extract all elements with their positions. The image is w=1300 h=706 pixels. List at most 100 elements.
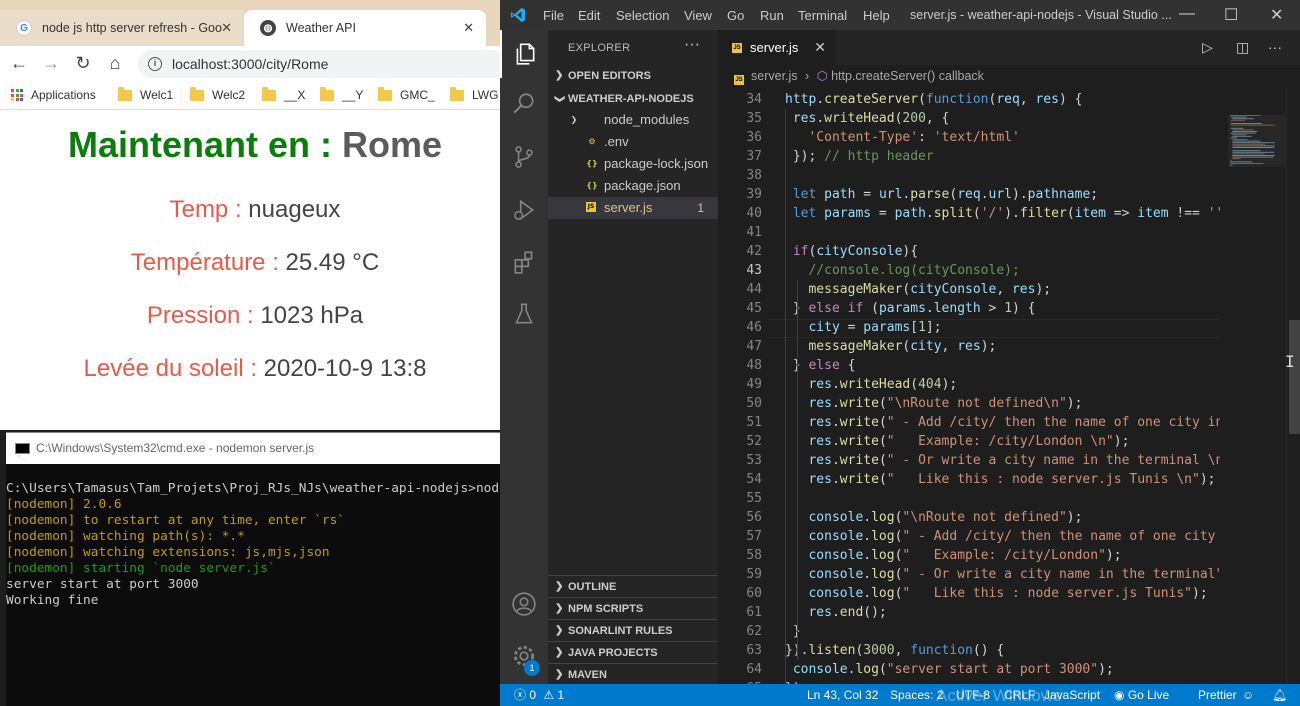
breadcrumb-symbol[interactable]: http.createServer() callback — [831, 69, 984, 83]
tree-item-package-lock[interactable]: {} package-lock.json — [548, 153, 718, 175]
browser-tab-google[interactable]: G node js http server refresh - Goo ✕ — [0, 10, 244, 46]
folder-icon — [118, 86, 132, 101]
activate-windows-watermark: Activer Windows — [936, 686, 1062, 705]
extensions-icon[interactable] — [500, 238, 548, 286]
npm-scripts-section[interactable]: ❯ NPM SCRIPTS — [548, 597, 718, 619]
more-actions-icon[interactable]: ··· — [684, 36, 700, 54]
source-control-icon[interactable] — [500, 133, 548, 181]
close-tab-icon[interactable]: ✕ — [814, 30, 826, 65]
search-icon[interactable] — [500, 80, 548, 128]
bookmark-folder[interactable]: __X — [262, 86, 305, 102]
editor-scrollbar[interactable] — [1286, 87, 1300, 684]
testing-flask-icon[interactable] — [500, 290, 548, 338]
go-live-button[interactable]: ◉ Go Live — [1114, 684, 1169, 706]
chevron-down-icon: ❯ — [554, 94, 566, 104]
bookmark-applications[interactable]: Applications — [11, 88, 96, 102]
more-actions-icon[interactable]: ··· — [1268, 39, 1282, 55]
bookmark-folder[interactable]: __Y — [320, 86, 363, 102]
notifications-bell-icon[interactable]: 🔔︎ — [1272, 684, 1287, 706]
code-line: let path = url.parse(req.url).pathname; — [792, 187, 1099, 202]
close-tab-icon[interactable]: ✕ — [221, 20, 232, 36]
minimap[interactable] — [1228, 87, 1286, 207]
breadcrumb-file[interactable]: server.js — [751, 69, 798, 83]
manage-gear-icon[interactable]: 1 — [500, 632, 548, 680]
code-editor[interactable]: 34 http.createServer(function(req, res) {… — [718, 90, 1220, 684]
maven-section[interactable]: ❯ MAVEN — [548, 663, 718, 685]
maximize-icon[interactable]: ☐ — [1224, 5, 1238, 25]
feedback-icon[interactable]: ☺ — [1242, 684, 1254, 706]
menu-view[interactable]: View — [684, 8, 712, 23]
cmd-titlebar[interactable]: C:\Windows\System32\cmd.exe - nodemon se… — [6, 433, 500, 472]
minimize-icon[interactable]: — — [1179, 5, 1195, 23]
sonarlint-section[interactable]: ❯ SONARLINT RULES — [548, 619, 718, 641]
cmd-output[interactable]: C:\Users\Tamasus\Tam_Projets\Proj_RJs_NJ… — [6, 481, 500, 609]
outline-section[interactable]: ❯ OUTLINE — [548, 575, 718, 597]
open-editors-section[interactable]: ❯ OPEN EDITORS — [548, 65, 718, 87]
tree-item-package-json[interactable]: {} package.json — [548, 175, 718, 197]
prettier-status[interactable]: Prettier — [1198, 684, 1237, 706]
minimap-line — [1232, 131, 1258, 132]
browser-tab-weather-api[interactable]: ◍ Weather API ✕ — [244, 10, 486, 46]
java-projects-section[interactable]: ❯ JAVA PROJECTS — [548, 641, 718, 663]
bookmark-folder[interactable]: GMC_ — [378, 86, 435, 102]
bookmark-folder[interactable]: Welc2 — [190, 86, 245, 102]
forward-arrow-icon[interactable]: → — [40, 52, 62, 74]
line-number: 36 — [746, 130, 762, 145]
tab-title: node js http server refresh - Goo — [42, 21, 222, 35]
back-arrow-icon[interactable]: ← — [8, 52, 30, 74]
address-bar[interactable]: i localhost:3000/city/Rome — [138, 50, 500, 78]
minimap-line — [1232, 155, 1275, 156]
minimap-line — [1232, 139, 1248, 140]
close-tab-icon[interactable]: ✕ — [463, 20, 474, 36]
cursor-position[interactable]: Ln 43, Col 32 — [807, 684, 878, 706]
close-window-icon[interactable]: ✕ — [1270, 5, 1283, 25]
code-line: if(cityConsole){ — [792, 244, 919, 259]
explorer-icon[interactable] — [500, 30, 548, 78]
bookmark-folder[interactable]: LWG — [450, 86, 498, 102]
project-section[interactable]: ❯ WEATHER-API-NODEJS — [548, 88, 718, 110]
section-label: OPEN EDITORS — [568, 70, 651, 82]
line-number: 62 — [746, 624, 762, 639]
chevron-right-icon: ❯ — [570, 115, 578, 124]
menu-file[interactable]: File — [543, 8, 564, 23]
line-number: 42 — [746, 244, 762, 259]
menu-go[interactable]: Go — [727, 8, 744, 23]
cmd-line: Working fine — [6, 593, 99, 608]
bookmark-folder[interactable]: Welc1 — [118, 86, 173, 102]
chevron-right-icon: ❯ — [555, 647, 564, 658]
reload-icon[interactable]: ↻ — [72, 52, 94, 74]
home-icon[interactable]: ⌂ — [104, 52, 126, 74]
code-line: }); // http header — [785, 149, 934, 164]
code-line: console.log(" - Or write a city name in … — [808, 567, 1220, 582]
minimap-line — [1230, 124, 1275, 126]
notification-badge: 1 — [524, 660, 540, 676]
site-info-icon[interactable]: i — [148, 57, 162, 71]
google-icon: G — [16, 20, 32, 36]
scrollbar-thumb[interactable] — [1289, 320, 1300, 434]
row-label: Température : — [130, 249, 286, 276]
tab-title: Weather API — [286, 21, 356, 35]
menu-help[interactable]: Help — [863, 8, 890, 23]
minimap-line — [1232, 150, 1261, 152]
tree-item-env[interactable]: ⚙ .env — [548, 131, 718, 153]
minimap-line — [1230, 119, 1246, 121]
menu-edit[interactable]: Edit — [578, 8, 600, 23]
run-file-icon[interactable]: ▷ — [1202, 39, 1213, 56]
file-label: .env — [604, 134, 629, 149]
line-number: 58 — [746, 548, 762, 563]
menu-selection[interactable]: Selection — [616, 8, 669, 23]
menu-terminal[interactable]: Terminal — [798, 8, 847, 23]
run-debug-icon[interactable] — [500, 186, 548, 234]
problems-indicator[interactable]: ⓧ 0 ⚠ 1 — [514, 684, 564, 706]
tree-item-node-modules[interactable]: ❯ node_modules — [548, 109, 718, 131]
folder-icon — [262, 86, 276, 101]
symbol-method-icon: ⬡ — [816, 69, 828, 83]
tree-item-server-js[interactable]: JS server.js 1 — [548, 197, 718, 219]
terminal-icon — [15, 441, 30, 472]
split-editor-icon[interactable]: ◫ — [1236, 39, 1249, 56]
menu-run[interactable]: Run — [760, 8, 784, 23]
editor-tab-server-js[interactable]: JS server.js ✕ — [718, 30, 836, 65]
accounts-icon[interactable] — [500, 580, 548, 628]
minimap-line — [1232, 156, 1274, 158]
line-number: 64 — [746, 662, 762, 677]
